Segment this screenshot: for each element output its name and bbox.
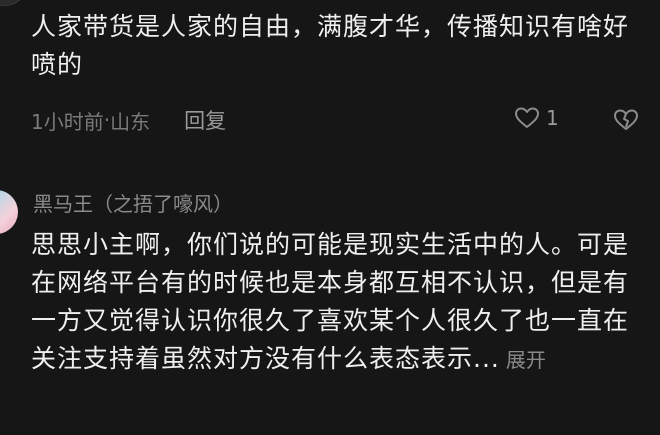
dislike-button[interactable] [612,108,640,136]
comment-text: 人家带货是人家的自由，满腹才华，传播知识有啥好喷的 [31,12,630,79]
like-count: 1 [546,106,559,130]
avatar[interactable] [0,190,18,234]
like-button[interactable]: 1 [514,106,559,130]
broken-heart-icon [614,109,638,130]
previous-avatar[interactable] [0,0,28,6]
comment-meta: 1小时前 · 山东 回复 [31,104,226,136]
heart-outline-icon [515,107,539,128]
reply-button[interactable]: 回复 [184,105,226,135]
comment-location: 山东 [110,109,151,134]
comment-time: 1小时前 [31,109,104,134]
comment-text-2: 思思小主啊，你们说的可能是现实生活中的人。可是在网络平台有的时候也是本身都互相不… [31,226,636,379]
expand-button[interactable]: 展开 [506,348,546,372]
username[interactable]: 黑马王（之捂了嚎风） [33,188,233,217]
